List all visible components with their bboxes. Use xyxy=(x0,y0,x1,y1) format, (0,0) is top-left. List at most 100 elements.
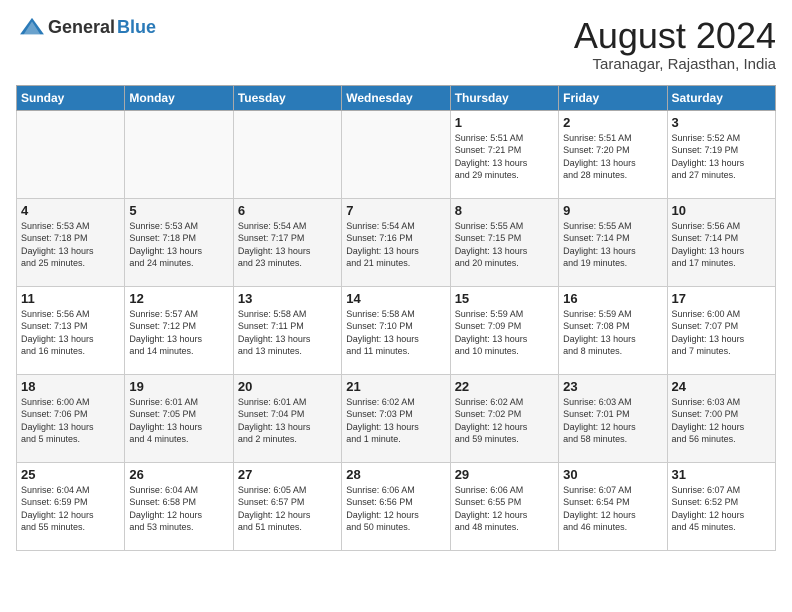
cell-info: Sunrise: 6:03 AM Sunset: 7:01 PM Dayligh… xyxy=(563,396,662,446)
cell-info: Sunrise: 6:00 AM Sunset: 7:06 PM Dayligh… xyxy=(21,396,120,446)
day-number: 2 xyxy=(563,115,662,130)
cell-info: Sunrise: 5:58 AM Sunset: 7:11 PM Dayligh… xyxy=(238,308,337,358)
calendar-table: SundayMondayTuesdayWednesdayThursdayFrid… xyxy=(16,85,776,551)
cell-info: Sunrise: 6:06 AM Sunset: 6:56 PM Dayligh… xyxy=(346,484,445,534)
day-number: 25 xyxy=(21,467,120,482)
column-header-saturday: Saturday xyxy=(667,85,775,110)
calendar-cell: 22 Sunrise: 6:02 AM Sunset: 7:02 PM Dayli… xyxy=(450,374,558,462)
day-number: 4 xyxy=(21,203,120,218)
calendar-cell: 18Sunrise: 6:00 AM Sunset: 7:06 PM Dayli… xyxy=(17,374,125,462)
cell-info: Sunrise: 5:53 AM Sunset: 7:18 PM Dayligh… xyxy=(21,220,120,270)
cell-info: Sunrise: 5:55 AM Sunset: 7:14 PM Dayligh… xyxy=(563,220,662,270)
day-number: 29 xyxy=(455,467,554,482)
calendar-cell: 31 Sunrise: 6:07 AM Sunset: 6:52 PM Dayli… xyxy=(667,462,775,550)
calendar-week-row: 4 Sunrise: 5:53 AM Sunset: 7:18 PM Daylig… xyxy=(17,198,776,286)
calendar-cell: 9 Sunrise: 5:55 AM Sunset: 7:14 PM Daylig… xyxy=(559,198,667,286)
calendar-cell: 1 Sunrise: 5:51 AM Sunset: 7:21 PM Daylig… xyxy=(450,110,558,198)
day-number: 31 xyxy=(672,467,771,482)
cell-info: Sunrise: 5:55 AM Sunset: 7:15 PM Dayligh… xyxy=(455,220,554,270)
day-number: 26 xyxy=(129,467,228,482)
calendar-cell: 24Sunrise: 6:03 AM Sunset: 7:00 PM Dayli… xyxy=(667,374,775,462)
day-number: 27 xyxy=(238,467,337,482)
cell-info: Sunrise: 6:05 AM Sunset: 6:57 PM Dayligh… xyxy=(238,484,337,534)
calendar-cell: 23 Sunrise: 6:03 AM Sunset: 7:01 PM Dayli… xyxy=(559,374,667,462)
cell-info: Sunrise: 5:58 AM Sunset: 7:10 PM Dayligh… xyxy=(346,308,445,358)
cell-info: Sunrise: 6:03 AM Sunset: 7:00 PM Dayligh… xyxy=(672,396,771,446)
calendar-header-row: SundayMondayTuesdayWednesdayThursdayFrid… xyxy=(17,85,776,110)
day-number: 7 xyxy=(346,203,445,218)
day-number: 30 xyxy=(563,467,662,482)
cell-info: Sunrise: 5:59 AM Sunset: 7:08 PM Dayligh… xyxy=(563,308,662,358)
day-number: 12 xyxy=(129,291,228,306)
month-year-title: August 2024 xyxy=(574,16,776,56)
day-number: 10 xyxy=(672,203,771,218)
calendar-cell: 3Sunrise: 5:52 AM Sunset: 7:19 PM Daylig… xyxy=(667,110,775,198)
calendar-cell: 6Sunrise: 5:54 AM Sunset: 7:17 PM Daylig… xyxy=(233,198,341,286)
cell-info: Sunrise: 6:02 AM Sunset: 7:02 PM Dayligh… xyxy=(455,396,554,446)
day-number: 28 xyxy=(346,467,445,482)
cell-info: Sunrise: 6:06 AM Sunset: 6:55 PM Dayligh… xyxy=(455,484,554,534)
calendar-week-row: 25 Sunrise: 6:04 AM Sunset: 6:59 PM Dayli… xyxy=(17,462,776,550)
cell-info: Sunrise: 6:04 AM Sunset: 6:59 PM Dayligh… xyxy=(21,484,120,534)
day-number: 8 xyxy=(455,203,554,218)
calendar-cell: 2 Sunrise: 5:51 AM Sunset: 7:20 PM Daylig… xyxy=(559,110,667,198)
calendar-cell: 5Sunrise: 5:53 AM Sunset: 7:18 PM Daylig… xyxy=(125,198,233,286)
calendar-cell: 13 Sunrise: 5:58 AM Sunset: 7:11 PM Dayli… xyxy=(233,286,341,374)
calendar-cell: 19Sunrise: 6:01 AM Sunset: 7:05 PM Dayli… xyxy=(125,374,233,462)
cell-info: Sunrise: 6:07 AM Sunset: 6:54 PM Dayligh… xyxy=(563,484,662,534)
cell-info: Sunrise: 5:57 AM Sunset: 7:12 PM Dayligh… xyxy=(129,308,228,358)
calendar-week-row: 1 Sunrise: 5:51 AM Sunset: 7:21 PM Daylig… xyxy=(17,110,776,198)
day-number: 1 xyxy=(455,115,554,130)
calendar-cell: 30 Sunrise: 6:07 AM Sunset: 6:54 PM Dayli… xyxy=(559,462,667,550)
calendar-cell: 14 Sunrise: 5:58 AM Sunset: 7:10 PM Dayli… xyxy=(342,286,450,374)
cell-info: Sunrise: 5:52 AM Sunset: 7:19 PM Dayligh… xyxy=(672,132,771,182)
calendar-cell: 20Sunrise: 6:01 AM Sunset: 7:04 PM Dayli… xyxy=(233,374,341,462)
calendar-cell: 4 Sunrise: 5:53 AM Sunset: 7:18 PM Daylig… xyxy=(17,198,125,286)
cell-info: Sunrise: 6:07 AM Sunset: 6:52 PM Dayligh… xyxy=(672,484,771,534)
day-number: 14 xyxy=(346,291,445,306)
day-number: 23 xyxy=(563,379,662,394)
day-number: 6 xyxy=(238,203,337,218)
calendar-cell: 29 Sunrise: 6:06 AM Sunset: 6:55 PM Dayli… xyxy=(450,462,558,550)
column-header-wednesday: Wednesday xyxy=(342,85,450,110)
day-number: 13 xyxy=(238,291,337,306)
cell-info: Sunrise: 5:54 AM Sunset: 7:16 PM Dayligh… xyxy=(346,220,445,270)
calendar-cell: 10 Sunrise: 5:56 AM Sunset: 7:14 PM Dayli… xyxy=(667,198,775,286)
cell-info: Sunrise: 6:04 AM Sunset: 6:58 PM Dayligh… xyxy=(129,484,228,534)
calendar-cell: 17Sunrise: 6:00 AM Sunset: 7:07 PM Dayli… xyxy=(667,286,775,374)
calendar-cell: 7 Sunrise: 5:54 AM Sunset: 7:16 PM Daylig… xyxy=(342,198,450,286)
day-number: 16 xyxy=(563,291,662,306)
calendar-cell: 12 Sunrise: 5:57 AM Sunset: 7:12 PM Dayli… xyxy=(125,286,233,374)
calendar-cell: 8 Sunrise: 5:55 AM Sunset: 7:15 PM Daylig… xyxy=(450,198,558,286)
day-number: 17 xyxy=(672,291,771,306)
cell-info: Sunrise: 6:01 AM Sunset: 7:05 PM Dayligh… xyxy=(129,396,228,446)
day-number: 9 xyxy=(563,203,662,218)
cell-info: Sunrise: 5:51 AM Sunset: 7:21 PM Dayligh… xyxy=(455,132,554,182)
logo-icon xyxy=(18,16,46,38)
day-number: 22 xyxy=(455,379,554,394)
day-number: 15 xyxy=(455,291,554,306)
column-header-sunday: Sunday xyxy=(17,85,125,110)
cell-info: Sunrise: 5:51 AM Sunset: 7:20 PM Dayligh… xyxy=(563,132,662,182)
day-number: 21 xyxy=(346,379,445,394)
page-header: General Blue August 2024 Taranagar, Raja… xyxy=(16,16,776,73)
calendar-cell xyxy=(342,110,450,198)
column-header-friday: Friday xyxy=(559,85,667,110)
column-header-monday: Monday xyxy=(125,85,233,110)
logo: General Blue xyxy=(16,16,156,38)
column-header-thursday: Thursday xyxy=(450,85,558,110)
calendar-week-row: 11Sunrise: 5:56 AM Sunset: 7:13 PM Dayli… xyxy=(17,286,776,374)
calendar-cell: 25 Sunrise: 6:04 AM Sunset: 6:59 PM Dayli… xyxy=(17,462,125,550)
day-number: 20 xyxy=(238,379,337,394)
cell-info: Sunrise: 5:56 AM Sunset: 7:14 PM Dayligh… xyxy=(672,220,771,270)
calendar-cell xyxy=(17,110,125,198)
calendar-cell: 21Sunrise: 6:02 AM Sunset: 7:03 PM Dayli… xyxy=(342,374,450,462)
calendar-cell: 28 Sunrise: 6:06 AM Sunset: 6:56 PM Dayli… xyxy=(342,462,450,550)
calendar-week-row: 18Sunrise: 6:00 AM Sunset: 7:06 PM Dayli… xyxy=(17,374,776,462)
day-number: 5 xyxy=(129,203,228,218)
day-number: 11 xyxy=(21,291,120,306)
calendar-cell xyxy=(125,110,233,198)
calendar-cell: 27 Sunrise: 6:05 AM Sunset: 6:57 PM Dayli… xyxy=(233,462,341,550)
cell-info: Sunrise: 5:59 AM Sunset: 7:09 PM Dayligh… xyxy=(455,308,554,358)
calendar-cell xyxy=(233,110,341,198)
